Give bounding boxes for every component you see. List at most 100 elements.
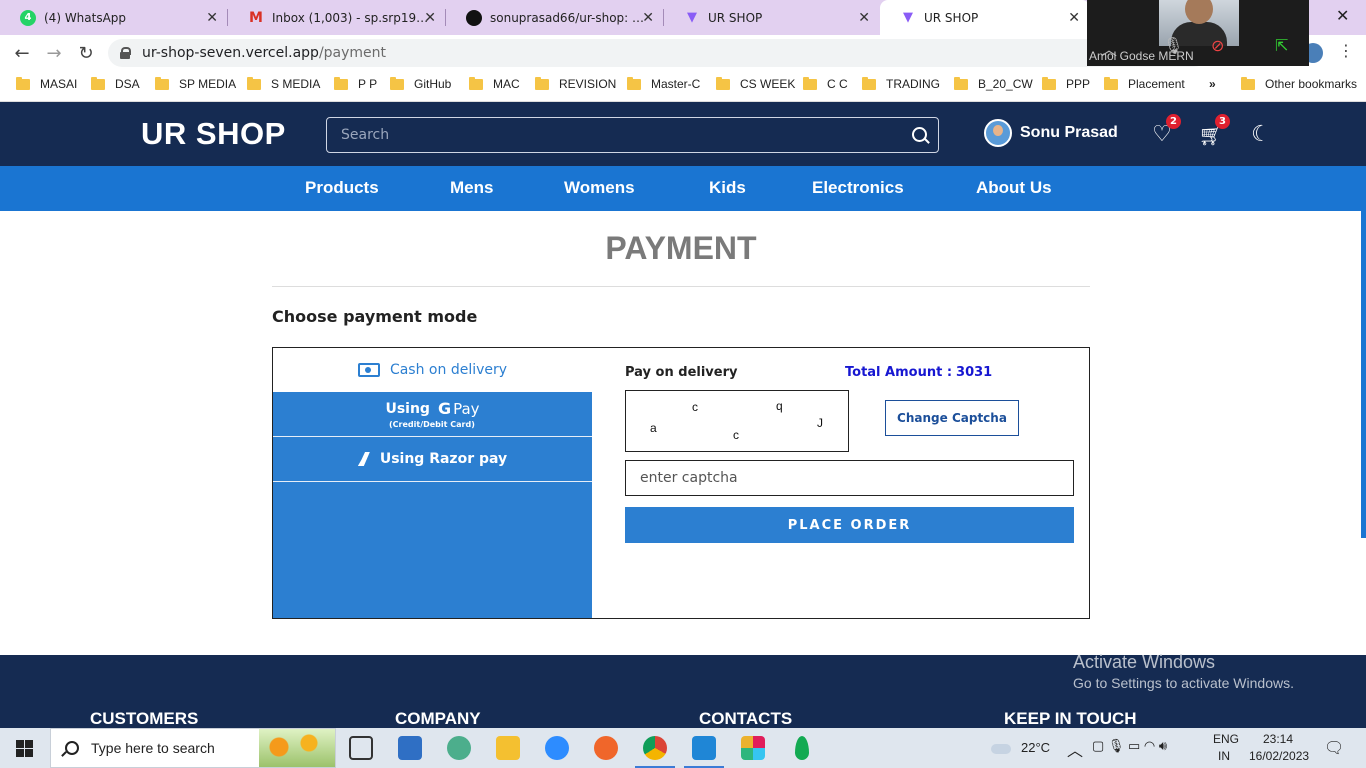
windows-taskbar: Type here to search 22°C ︿ ▢ 🎙︎ ▭ ◠ 🔊︎ E… — [0, 728, 1366, 768]
change-captcha-button[interactable]: Change Captcha — [885, 400, 1019, 436]
search-icon[interactable] — [902, 117, 938, 153]
search-bar — [326, 117, 939, 153]
bookmark-item[interactable]: C C — [803, 76, 848, 91]
close-icon[interactable]: ✕ — [1068, 10, 1080, 26]
close-icon[interactable]: ✕ — [424, 10, 436, 26]
mongodb-icon[interactable] — [795, 736, 809, 760]
teams-icon[interactable] — [447, 736, 471, 760]
bookmark-item[interactable]: REVISION — [535, 76, 616, 91]
back-arrow-icon[interactable]: ← — [10, 41, 34, 65]
total-value: 3031 — [956, 365, 993, 380]
slack-icon[interactable] — [741, 736, 765, 760]
kebab-menu-icon[interactable]: ⋮ — [1338, 41, 1354, 60]
bookmark-item[interactable]: Master-C — [627, 76, 700, 91]
cart-icon[interactable]: 🛒︎ 3 — [1198, 114, 1230, 148]
bookmark-item[interactable]: GitHub — [390, 76, 451, 91]
close-icon[interactable]: ✕ — [206, 10, 218, 26]
watermark-subtitle: Go to Settings to activate Windows. — [1073, 675, 1294, 691]
bookmark-item[interactable]: TRADING — [862, 76, 940, 91]
tab-title: UR SHOP — [924, 10, 979, 25]
bookmark-item[interactable]: MASAI — [16, 76, 77, 91]
video-off-icon[interactable]: ⊘ — [1211, 36, 1224, 55]
mode-cash-on-delivery[interactable]: Cash on delivery — [273, 348, 592, 392]
nav-about-us[interactable]: About Us — [976, 178, 1052, 198]
folder-icon — [91, 76, 105, 90]
folder-icon — [803, 76, 817, 90]
share-screen-icon[interactable]: ⇱ — [1275, 36, 1288, 55]
chrome-icon[interactable] — [635, 736, 675, 768]
nav-products[interactable]: Products — [305, 178, 379, 198]
url-host: ur-shop-seven.vercel.app — [142, 45, 319, 61]
windows-start-icon[interactable] — [16, 740, 33, 757]
task-view-icon[interactable] — [349, 736, 373, 760]
window-close-icon[interactable]: ✕ — [1336, 6, 1349, 25]
close-icon[interactable]: ✕ — [642, 10, 654, 26]
google-g-icon: G — [437, 399, 452, 418]
dark-mode-moon-icon[interactable]: ☾ — [1248, 122, 1274, 148]
file-explorer-icon[interactable] — [496, 736, 520, 760]
tab-whatsapp[interactable]: 4 (4) WhatsApp ✕ — [0, 0, 228, 35]
vscode-icon[interactable] — [684, 736, 724, 768]
bookmark-item[interactable]: Placement — [1104, 76, 1185, 91]
mode-razorpay[interactable]: Using Razor pay — [273, 437, 592, 482]
payment-mode-list: Cash on delivery Using G Pay (Credit/Deb… — [273, 348, 592, 618]
bookmark-item[interactable]: MAC — [469, 76, 520, 91]
bookmark-label: C C — [827, 77, 848, 91]
tray-chevron-up-icon[interactable]: ︿ — [1067, 737, 1083, 761]
bookmark-item[interactable]: SP MEDIA — [155, 76, 237, 91]
nav-mens[interactable]: Mens — [450, 178, 493, 198]
bookmark-item[interactable]: PPP — [1042, 76, 1091, 91]
bookmark-item[interactable]: B_20_CW — [954, 76, 1033, 91]
tab-gmail[interactable]: M Inbox (1,003) - sp.srp1999@gma ✕ — [228, 0, 446, 35]
bookmark-label: SP MEDIA — [179, 77, 237, 91]
folder-icon — [954, 76, 968, 90]
bookmark-label: Other bookmarks — [1265, 77, 1358, 91]
wishlist-heart-icon[interactable]: ♡ 2 — [1149, 114, 1181, 148]
zoom-icon[interactable] — [545, 736, 569, 760]
url-field[interactable]: ur-shop-seven.vercel.app/payment — [108, 39, 1208, 67]
taskbar-search[interactable]: Type here to search — [50, 728, 336, 768]
mail-icon[interactable] — [398, 736, 422, 760]
nav-electronics[interactable]: Electronics — [812, 178, 904, 198]
bookmark-label: PPP — [1066, 77, 1091, 91]
bookmark-item[interactable]: DSA — [91, 76, 140, 91]
site-header: UR SHOP Sonu Prasad ♡ 2 🛒︎ 3 ☾ — [0, 102, 1366, 166]
mode-gpay[interactable]: Using G Pay (Credit/Debit Card) — [273, 392, 592, 437]
more-bookmarks-button[interactable]: » — [1209, 77, 1216, 91]
forward-arrow-icon[interactable]: → — [42, 41, 66, 65]
search-input[interactable] — [327, 127, 902, 143]
weather-icon[interactable] — [989, 738, 1013, 756]
language-region[interactable]: IN — [1218, 749, 1230, 763]
footer-heading-customers: CUSTOMERS — [90, 709, 199, 728]
footer-heading-contacts: CONTACTS — [699, 709, 793, 728]
language-code[interactable]: ENG — [1213, 732, 1239, 746]
nav-kids[interactable]: Kids — [709, 178, 746, 198]
other-bookmarks[interactable]: Other bookmarks — [1241, 76, 1358, 91]
reload-icon[interactable]: ↻ — [74, 41, 98, 65]
place-order-button[interactable]: PLACE ORDER — [625, 507, 1074, 543]
folder-icon — [535, 76, 549, 90]
tab-github[interactable]: sonuprasad66/ur-shop: It's a ✕ — [446, 0, 664, 35]
postman-icon[interactable] — [594, 736, 618, 760]
user-profile[interactable]: Sonu Prasad — [984, 119, 1118, 147]
clock-date[interactable]: 16/02/2023 — [1249, 749, 1309, 763]
tab-ur-shop[interactable]: ▼ UR SHOP ✕ — [664, 0, 880, 35]
tab-ur-shop-active[interactable]: ▼ UR SHOP ✕ — [880, 0, 1090, 35]
bookmark-item[interactable]: P P — [334, 76, 377, 91]
footer-heading-company: COMPANY — [395, 709, 481, 728]
url-path: /payment — [318, 45, 387, 61]
notification-icon[interactable]: 🗨︎ — [1324, 738, 1344, 758]
nav-womens[interactable]: Womens — [564, 178, 635, 198]
bookmark-item[interactable]: CS WEEK — [716, 76, 795, 91]
bookmark-item[interactable]: S MEDIA — [247, 76, 320, 91]
captcha-input[interactable] — [625, 460, 1074, 496]
tab-title: (4) WhatsApp — [44, 10, 127, 25]
site-logo[interactable]: UR SHOP — [141, 116, 286, 152]
clock-time[interactable]: 23:14 — [1263, 732, 1293, 746]
close-icon[interactable]: ✕ — [858, 10, 870, 26]
folder-icon — [716, 76, 730, 90]
github-icon — [466, 9, 482, 26]
tray-icons[interactable]: ▢ 🎙︎ ▭ ◠ 🔊︎ — [1092, 738, 1167, 754]
folder-icon — [1241, 76, 1255, 90]
divider — [272, 286, 1090, 287]
